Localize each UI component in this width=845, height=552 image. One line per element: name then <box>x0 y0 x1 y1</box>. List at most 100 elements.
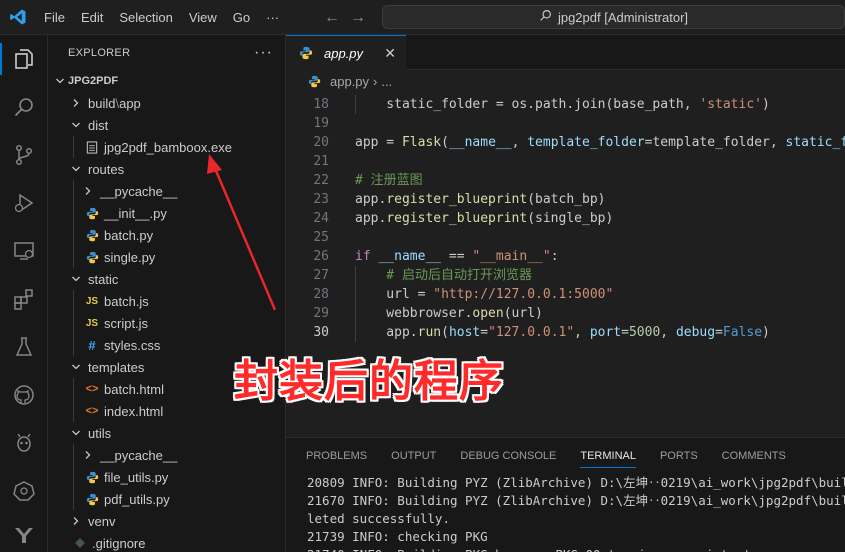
chevron-right-icon <box>80 447 96 463</box>
menu-item[interactable]: View <box>181 0 225 35</box>
explorer-root-folder[interactable]: JPG2PDF <box>48 70 285 92</box>
testing-icon[interactable] <box>0 323 48 371</box>
panel-tab[interactable]: PROBLEMS <box>306 438 379 474</box>
tree-folder[interactable]: build \ app <box>48 92 285 114</box>
kubernetes-icon[interactable] <box>0 467 48 515</box>
breadcrumb-symbol[interactable]: ... <box>381 74 392 89</box>
tree-file[interactable]: .gitignore <box>48 532 285 552</box>
back-arrow-icon[interactable]: ← <box>324 9 340 27</box>
panel-tab[interactable]: DEBUG CONSOLE <box>460 438 568 474</box>
code-token: ) <box>762 97 770 112</box>
code-token: __name__ <box>448 135 512 150</box>
explorer-icon[interactable] <box>0 35 48 83</box>
code-line: 23 app.register_blueprint(batch_bp) <box>286 190 845 209</box>
code-line: 18 static_folder = os.path.join(base_pat… <box>286 95 845 114</box>
terminal-line: leted successfully. <box>307 511 450 526</box>
tree-file[interactable]: single.py <box>48 246 285 268</box>
terminal-output[interactable]: 20809 INFO: Building PYZ (ZlibArchive) D… <box>286 474 845 552</box>
tree-item-label: dist <box>88 117 109 133</box>
code-text: url = "http://127.0.0.1:5000" <box>355 285 613 304</box>
code-token: (single_bp) <box>527 211 614 226</box>
tree-item-label: styles.css <box>104 337 161 353</box>
menu-item[interactable]: Go <box>225 0 258 35</box>
tree-folder[interactable]: routes <box>48 158 285 180</box>
tree-file[interactable]: __init__.py <box>48 202 285 224</box>
code-line: 30 app.run(host="127.0.0.1", port=5000, … <box>286 323 845 342</box>
python-file-icon <box>306 73 322 89</box>
indent-guide <box>73 246 74 268</box>
code-token: url = <box>355 287 434 302</box>
tree-file[interactable]: jpg2pdf_bamboox.exe <box>48 136 285 158</box>
menu-item[interactable]: Selection <box>111 0 180 35</box>
line-number: 30 <box>313 325 329 340</box>
menu-item[interactable]: ··· <box>258 0 287 35</box>
alien-icon[interactable] <box>0 419 48 467</box>
code-token: , <box>511 135 528 150</box>
code-text: webbrowser.open(url) <box>355 304 543 323</box>
code-token: "127.0.0.1" <box>488 325 575 340</box>
code-token: register_blueprint <box>386 211 528 226</box>
explorer-header: EXPLORER ··· <box>48 35 285 70</box>
command-center-search[interactable]: jpg2pdf [Administrator] <box>382 5 845 29</box>
forward-arrow-icon[interactable]: → <box>350 9 366 27</box>
tree-file[interactable]: JS batch.js <box>48 290 285 312</box>
tab-app-py[interactable]: app.py ✕ <box>286 35 406 70</box>
panel-tab[interactable]: PORTS <box>660 438 710 474</box>
tree-item-label: templates <box>88 359 145 375</box>
breadcrumb-file[interactable]: app.py <box>330 74 369 89</box>
indent-guide <box>73 334 74 356</box>
tree-folder[interactable]: static <box>48 268 285 290</box>
tree-item-label: build <box>88 95 116 111</box>
line-number: 18 <box>313 97 329 112</box>
indent-guide <box>73 400 74 422</box>
code-text: # 注册蓝图 <box>355 171 423 190</box>
tree-file[interactable]: file_utils.py <box>48 466 285 488</box>
tree-folder[interactable]: __pycache__ <box>48 180 285 202</box>
code-text: # 启动后自动打开浏览器 <box>355 266 532 285</box>
close-icon[interactable]: ✕ <box>384 45 396 62</box>
code-line: 25 <box>286 228 845 247</box>
explorer-more-icon[interactable]: ··· <box>254 44 273 62</box>
terminal-line: 20809 INFO: Building PYZ (ZlibArchive) D… <box>307 475 845 490</box>
menu-item[interactable]: Edit <box>73 0 111 35</box>
search-icon[interactable] <box>0 83 48 131</box>
indent-guide <box>73 488 74 510</box>
tree-item-label: utils <box>88 425 112 441</box>
tree-item-label: batch.js <box>104 293 149 309</box>
explorer-root-label: JPG2PDF <box>68 75 119 87</box>
chevron-right-icon <box>80 183 96 199</box>
panel-tab[interactable]: COMMENTS <box>722 438 798 474</box>
tree-file[interactable]: JS script.js <box>48 312 285 334</box>
code-token: "__main__" <box>472 249 551 264</box>
tree-file[interactable]: pdf_utils.py <box>48 488 285 510</box>
code-line: 29 webbrowser.open(url) <box>286 304 845 323</box>
indent-guide <box>73 312 74 334</box>
menu-item[interactable]: File <box>36 0 73 35</box>
tree-folder[interactable]: dist <box>48 114 285 136</box>
explorer-sidebar: EXPLORER ··· JPG2PDF build \ app dist jpg2… <box>48 35 286 552</box>
source-control-icon[interactable] <box>0 131 48 179</box>
extensions-icon[interactable] <box>0 275 48 323</box>
line-number: 19 <box>313 116 329 131</box>
python-file-icon <box>84 227 100 243</box>
python-file-icon <box>298 45 314 61</box>
chevron-right-icon: › <box>373 73 378 89</box>
code-token: app. <box>355 192 387 207</box>
tree-folder[interactable]: utils <box>48 422 285 444</box>
code-token: 'static' <box>699 97 762 112</box>
chevron-right-icon <box>68 513 84 529</box>
tree-folder[interactable]: venv <box>48 510 285 532</box>
panel-tab[interactable]: OUTPUT <box>391 438 448 474</box>
code-token: ( <box>441 325 449 340</box>
tree-folder[interactable]: __pycache__ <box>48 444 285 466</box>
run-debug-icon[interactable] <box>0 179 48 227</box>
yeoman-icon[interactable] <box>0 511 48 552</box>
remote-explorer-icon[interactable] <box>0 227 48 275</box>
code-line: 24 app.register_blueprint(single_bp) <box>286 209 845 228</box>
python-file-icon <box>84 205 100 221</box>
panel-tab[interactable]: TERMINAL <box>580 438 648 474</box>
code-token: host <box>448 325 481 340</box>
code-token: # 启动后自动打开浏览器 <box>355 268 532 283</box>
tree-file[interactable]: batch.py <box>48 224 285 246</box>
github-icon[interactable] <box>0 371 48 419</box>
